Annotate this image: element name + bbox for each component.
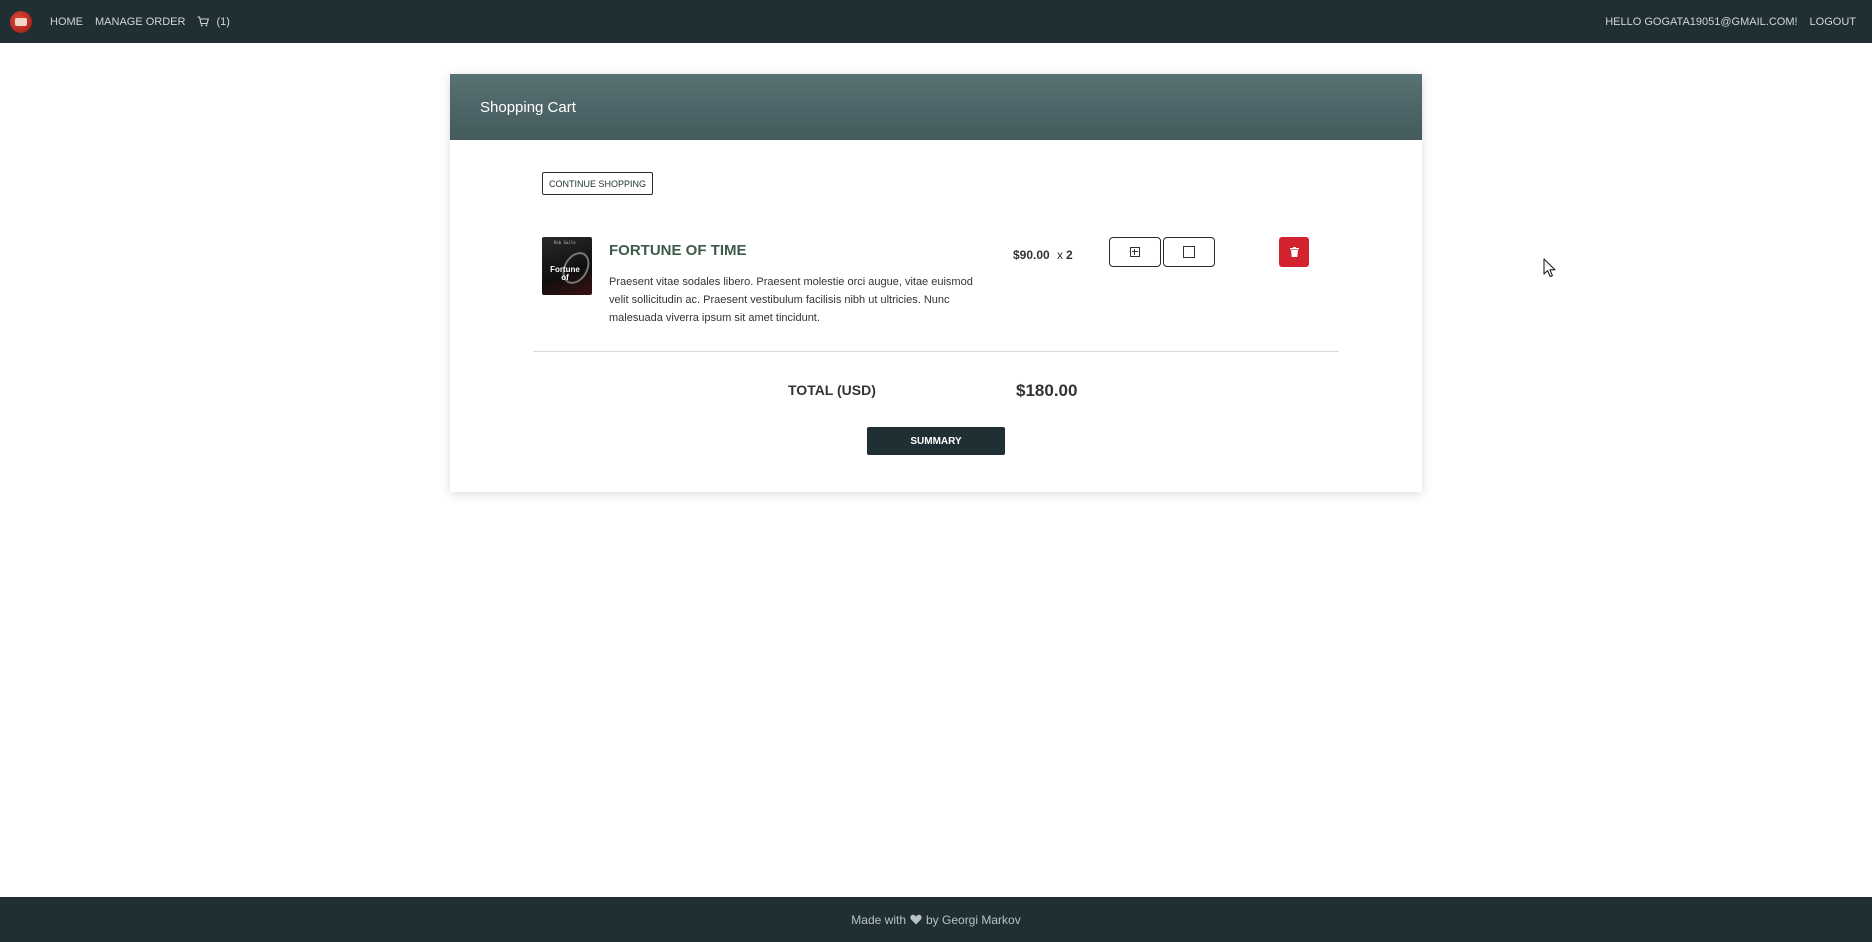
mouse-cursor-icon	[1543, 258, 1556, 278]
footer: Made with by Georgi Markov	[0, 897, 1872, 942]
cart-icon	[197, 16, 210, 27]
product-quantity: x2	[1057, 248, 1073, 262]
navbar: HOME MANAGE ORDER (1) HELLO GOGATA19051@…	[0, 0, 1872, 43]
user-greeting[interactable]: HELLO GOGATA19051@GMAIL.COM!	[1605, 16, 1797, 28]
nav-home-link[interactable]: HOME	[50, 16, 83, 28]
cart-header: Shopping Cart	[450, 74, 1422, 140]
nav-cart-link[interactable]: (1)	[197, 15, 230, 28]
nav-left: HOME MANAGE ORDER (1)	[10, 10, 230, 33]
minus-box-icon	[1183, 246, 1195, 258]
nav-right: HELLO GOGATA19051@GMAIL.COM! LOGOUT	[1593, 16, 1856, 28]
trash-icon	[1289, 247, 1299, 257]
total-label: TOTAL (USD)	[788, 382, 876, 398]
plus-box-icon	[1130, 247, 1140, 257]
nav-manage-order-link[interactable]: MANAGE ORDER	[95, 16, 185, 28]
summary-button[interactable]: SUMMARY	[867, 427, 1005, 455]
logo-icon[interactable]	[10, 10, 32, 33]
cover-author: Rob Gaile	[554, 240, 576, 245]
quantity-multiplier: x	[1057, 248, 1063, 262]
cover-title: Fortune of	[550, 265, 580, 282]
heart-icon	[910, 914, 922, 925]
decrease-quantity-button[interactable]	[1163, 237, 1215, 267]
continue-shopping-button[interactable]: CONTINUE SHOPPING	[542, 172, 654, 195]
product-description: Praesent vitae sodales libero. Praesent …	[609, 276, 973, 324]
increase-quantity-button[interactable]	[1109, 237, 1161, 267]
remove-item-button[interactable]	[1279, 237, 1309, 267]
product-title[interactable]: FORTUNE OF TIME	[609, 242, 747, 259]
footer-made-with: Made with	[851, 912, 906, 927]
footer-author: by Georgi Markov	[926, 912, 1021, 927]
logout-link[interactable]: LOGOUT	[1810, 16, 1856, 28]
shopping-cart-card: Shopping Cart CONTINUE SHOPPING Rob Gail…	[450, 74, 1422, 492]
product-image[interactable]: Rob Gaile Fortune of	[542, 237, 592, 295]
total-value: $180.00	[1016, 381, 1078, 400]
quantity-value: 2	[1066, 248, 1073, 262]
cart-count: (1)	[216, 15, 230, 28]
cart-title: Shopping Cart	[480, 98, 576, 116]
product-price: $90.00	[1013, 248, 1050, 262]
cart-divider	[533, 351, 1339, 352]
